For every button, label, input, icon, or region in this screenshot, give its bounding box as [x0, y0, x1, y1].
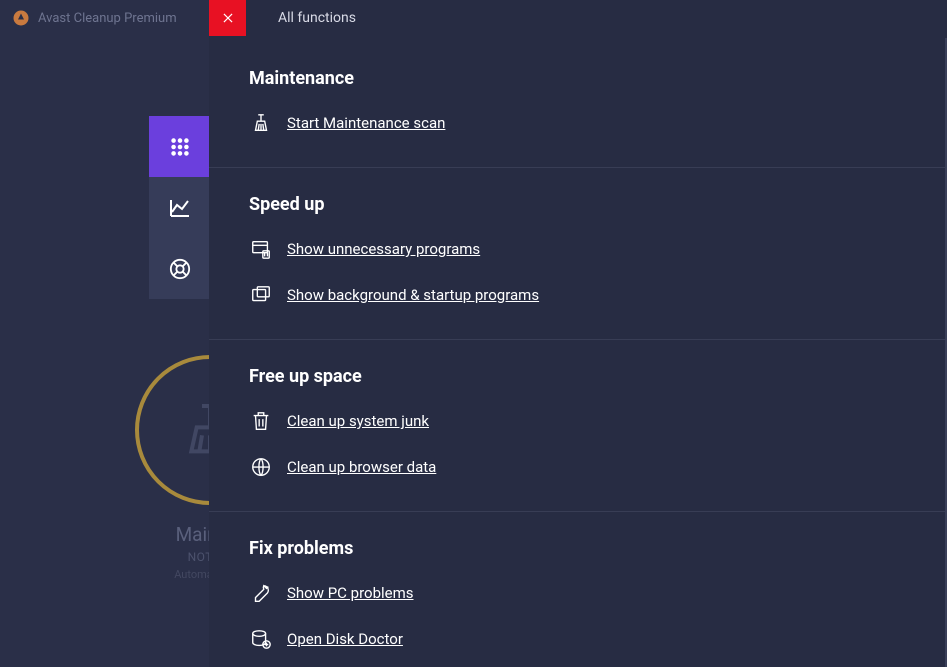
- section-free-up-space: Free up space Clean up system junk Clean…: [209, 354, 947, 512]
- disk-doctor-icon: [249, 627, 273, 651]
- section-speed-up: Speed up Show unnecessary programs Show …: [209, 182, 947, 340]
- section-title: Maintenance: [249, 68, 907, 89]
- item-label: Clean up system junk: [287, 412, 429, 430]
- section-title: Fix problems: [249, 538, 907, 559]
- item-show-background-startup-programs[interactable]: Show background & startup programs: [249, 283, 907, 307]
- close-icon: [221, 11, 235, 25]
- item-label: Clean up browser data: [287, 458, 436, 476]
- item-show-unnecessary-programs[interactable]: Show unnecessary programs: [249, 237, 907, 261]
- section-title: Speed up: [249, 194, 907, 215]
- overlay-header: All functions: [209, 0, 947, 36]
- section-fix-problems: Fix problems Show PC problems Open Disk …: [209, 526, 947, 667]
- window-trash-icon: [249, 237, 273, 261]
- item-label: Open Disk Doctor: [287, 630, 403, 648]
- sidebar-item-help[interactable]: [149, 238, 210, 299]
- chart-line-icon: [168, 196, 192, 220]
- overlay-body: Maintenance Start Maintenance scan Speed…: [209, 36, 947, 667]
- windows-icon: [249, 283, 273, 307]
- grid-icon: [169, 136, 191, 158]
- item-label: Show unnecessary programs: [287, 240, 480, 258]
- sidebar-item-grid[interactable]: [149, 116, 210, 177]
- app-title: Avast Cleanup Premium: [38, 11, 177, 26]
- wrench-icon: [249, 581, 273, 605]
- trash-icon: [249, 409, 273, 433]
- section-title: Free up space: [249, 366, 907, 387]
- overlay-title: All functions: [246, 10, 356, 26]
- avast-logo-icon: [12, 9, 30, 27]
- sidebar: [149, 116, 210, 299]
- close-button[interactable]: [209, 0, 246, 36]
- globe-icon: [249, 455, 273, 479]
- item-show-pc-problems[interactable]: Show PC problems: [249, 581, 907, 605]
- item-label: Show background & startup programs: [287, 286, 539, 304]
- sidebar-item-stats[interactable]: [149, 177, 210, 238]
- item-clean-up-browser-data[interactable]: Clean up browser data: [249, 455, 907, 479]
- item-start-maintenance-scan[interactable]: Start Maintenance scan: [249, 111, 907, 135]
- item-open-disk-doctor[interactable]: Open Disk Doctor: [249, 627, 907, 651]
- item-label: Start Maintenance scan: [287, 114, 445, 132]
- item-label: Show PC problems: [287, 584, 414, 602]
- section-maintenance: Maintenance Start Maintenance scan: [209, 56, 947, 168]
- item-clean-up-system-junk[interactable]: Clean up system junk: [249, 409, 907, 433]
- lifebuoy-icon: [169, 258, 191, 280]
- broom-icon: [249, 111, 273, 135]
- all-functions-panel: All functions Maintenance Start Maintena…: [209, 0, 947, 667]
